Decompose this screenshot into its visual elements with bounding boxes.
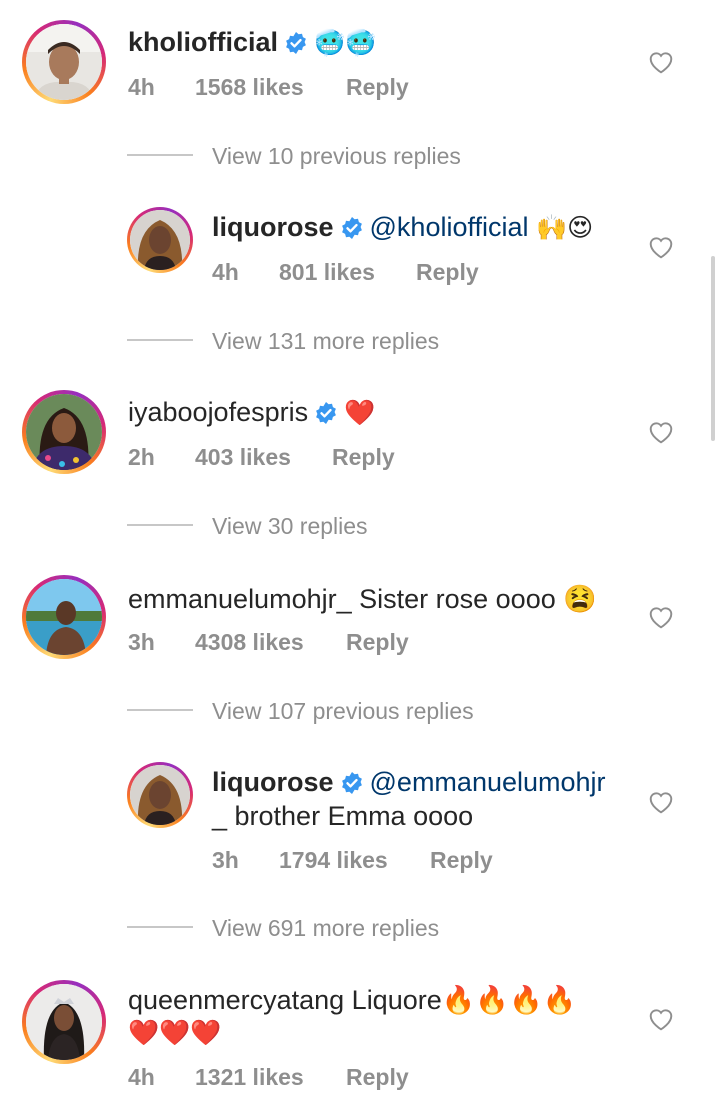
view-replies-link[interactable]: View 10 previous replies — [212, 143, 461, 170]
heart-outline-icon[interactable] — [648, 790, 674, 814]
username[interactable]: liquorose — [212, 212, 334, 242]
reply-button[interactable]: Reply — [430, 847, 493, 874]
like-count[interactable]: 1321 likes — [195, 1064, 304, 1091]
username[interactable]: queenmercyatang — [128, 985, 344, 1015]
reply-button[interactable]: Reply — [346, 74, 409, 101]
like-count[interactable]: 801 likes — [279, 259, 375, 286]
divider — [127, 339, 193, 341]
view-replies-link[interactable]: View 107 previous replies — [212, 698, 474, 725]
divider — [127, 154, 193, 156]
scrollbar[interactable] — [711, 256, 715, 441]
view-replies-link[interactable]: View 131 more replies — [212, 328, 439, 355]
heart-outline-icon[interactable] — [648, 420, 674, 444]
avatar[interactable] — [127, 762, 193, 828]
like-count[interactable]: 1794 likes — [279, 847, 388, 874]
timestamp: 2h — [128, 444, 155, 470]
like-count[interactable]: 4308 likes — [195, 629, 304, 656]
heart-outline-icon[interactable] — [648, 1007, 674, 1031]
reply-button[interactable]: Reply — [346, 629, 409, 656]
verified-badge-icon — [316, 402, 337, 424]
username[interactable]: iyaboojofespris — [128, 397, 308, 427]
username[interactable]: liquorose — [212, 767, 334, 797]
timestamp: 4h — [212, 259, 239, 285]
comment-text: Liquore🔥🔥🔥🔥 — [351, 985, 577, 1015]
heart-outline-icon[interactable] — [648, 50, 674, 74]
timestamp: 3h — [212, 847, 239, 873]
reply-button[interactable]: Reply — [416, 259, 479, 286]
verified-badge-icon — [286, 32, 306, 54]
heart-outline-icon[interactable] — [648, 605, 674, 629]
comment-text-line2: ❤️❤️❤️ — [128, 1018, 222, 1047]
comment-text: _ brother Emma oooo — [212, 801, 474, 831]
avatar[interactable] — [22, 390, 106, 474]
username[interactable]: emmanuelumohjr_ — [128, 584, 352, 614]
avatar[interactable] — [22, 980, 106, 1064]
comment-text: Sister rose oooo 😫 — [359, 584, 597, 614]
comment-text: ❤️ — [344, 398, 376, 427]
reply-button[interactable]: Reply — [332, 444, 395, 471]
avatar[interactable] — [22, 575, 106, 659]
heart-outline-icon[interactable] — [648, 235, 674, 259]
mention-link[interactable]: @emmanuelumohjr — [370, 767, 606, 797]
comment-text: 🙌😍 — [536, 213, 594, 242]
avatar[interactable] — [22, 20, 106, 104]
like-count[interactable]: 403 likes — [195, 444, 291, 471]
timestamp: 4h — [128, 74, 155, 100]
divider — [127, 524, 193, 526]
comment-text: 🥶🥶 — [314, 28, 377, 57]
divider — [127, 926, 193, 928]
view-replies-link[interactable]: View 30 replies — [212, 513, 368, 540]
username[interactable]: kholiofficial — [128, 27, 278, 57]
avatar[interactable] — [127, 207, 193, 273]
reply-button[interactable]: Reply — [346, 1064, 409, 1091]
view-replies-link[interactable]: View 691 more replies — [212, 915, 439, 942]
timestamp: 4h — [128, 1064, 155, 1090]
divider — [127, 709, 193, 711]
timestamp: 3h — [128, 629, 155, 655]
mention-link[interactable]: @kholiofficial — [370, 212, 529, 242]
like-count[interactable]: 1568 likes — [195, 74, 304, 101]
verified-badge-icon — [341, 772, 362, 794]
verified-badge-icon — [341, 217, 362, 239]
